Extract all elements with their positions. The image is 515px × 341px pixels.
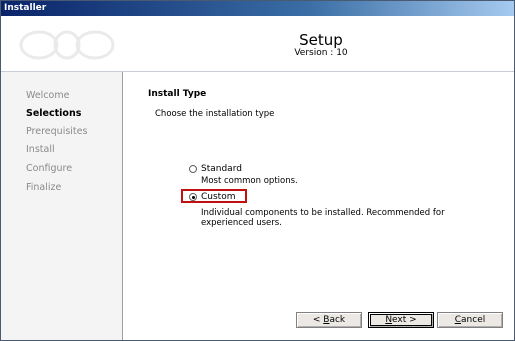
step-install: Install xyxy=(26,144,55,155)
section-title: Install Type xyxy=(148,89,207,99)
installer-window: Installer Setup Version : 10 Welcome Sel… xyxy=(0,0,515,341)
section-subtitle: Choose the installation type xyxy=(155,109,275,119)
custom-option[interactable]: Custom xyxy=(189,192,235,202)
window-title: Installer xyxy=(4,3,47,13)
title-bar[interactable]: Installer xyxy=(1,1,514,16)
cancel-button[interactable]: Cancel xyxy=(437,312,503,328)
next-label: ext > xyxy=(392,315,417,325)
custom-description-line-1: Individual components to be installed. R… xyxy=(201,208,445,218)
step-selections: Selections xyxy=(26,108,82,119)
step-finalize: Finalize xyxy=(26,182,62,193)
back-prefix: < xyxy=(312,315,324,325)
standard-label[interactable]: Standard xyxy=(201,164,242,174)
cancel-label: ancel xyxy=(461,315,486,325)
setup-title: Setup xyxy=(299,31,343,49)
standard-option[interactable]: Standard xyxy=(189,164,242,174)
logo-icon xyxy=(19,30,115,60)
standard-radio[interactable] xyxy=(189,165,197,173)
custom-label[interactable]: Custom xyxy=(201,192,235,202)
step-prerequisites: Prerequisites xyxy=(26,126,88,137)
step-welcome: Welcome xyxy=(26,90,70,101)
main-content: Install Type Choose the installation typ… xyxy=(123,72,514,340)
custom-radio[interactable] xyxy=(189,193,197,201)
custom-description-line-2: experienced users. xyxy=(201,218,282,228)
header-banner: Setup Version : 10 xyxy=(1,16,514,72)
steps-sidebar: Welcome Selections Prerequisites Install… xyxy=(1,72,123,340)
back-label: ack xyxy=(329,315,346,325)
step-configure: Configure xyxy=(26,163,73,174)
standard-description: Most common options. xyxy=(201,176,298,186)
next-button[interactable]: Next > xyxy=(368,312,434,328)
setup-version: Version : 10 xyxy=(294,48,348,58)
back-button[interactable]: < Back xyxy=(296,312,362,328)
